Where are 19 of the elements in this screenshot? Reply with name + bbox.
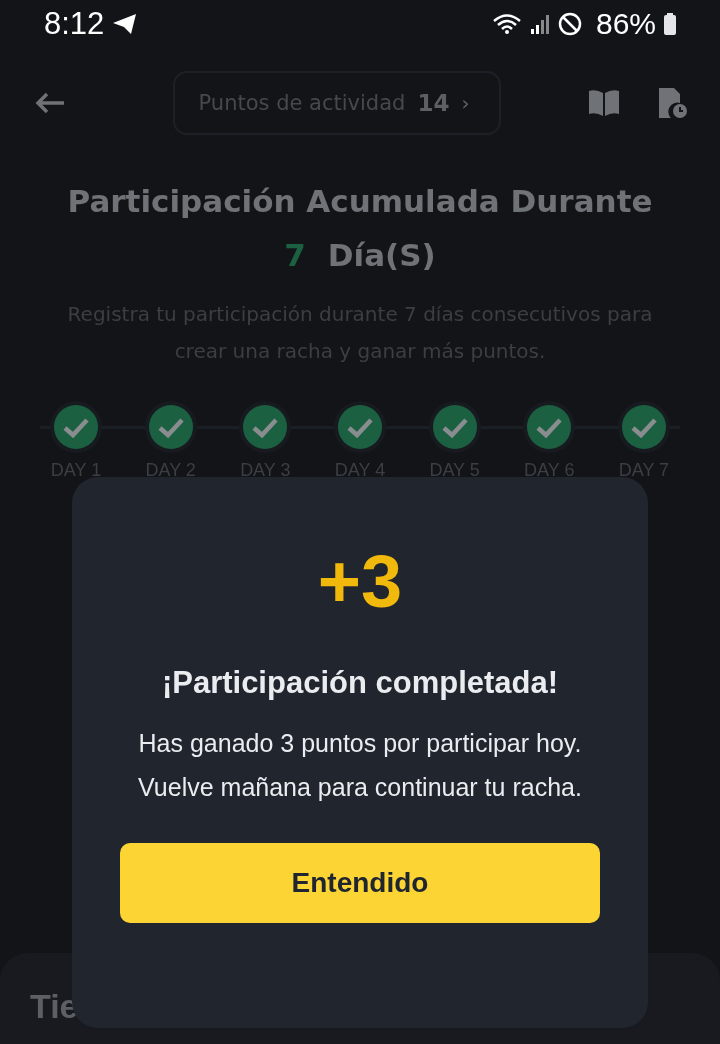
signal-icon [529,14,550,34]
dialog-title: ¡Participación completada! [161,665,559,701]
points-value: 14 [417,90,450,116]
back-arrow-icon[interactable] [34,91,66,115]
clock: 8:12 [44,6,105,42]
document-clock-icon[interactable] [658,87,688,119]
chevron-icon: › [461,91,470,115]
wifi-icon [491,13,522,35]
battery-percent: 86% [595,7,656,41]
paper-plane-icon [112,13,139,35]
page-title: Participación Acumulada Durante [66,182,654,221]
streak-count: 7 [284,236,306,275]
battery-icon [664,13,676,35]
reward-points: +3 [317,539,403,625]
blocked-icon [557,12,582,36]
streak-unit: Día(S) [327,236,436,275]
book-icon[interactable] [588,89,620,117]
dialog-message: Has ganado 3 puntos por participar hoy. Vuelve mañana para continuar tu racha. [137,728,583,803]
confirm-button[interactable]: Entendido [120,843,600,923]
